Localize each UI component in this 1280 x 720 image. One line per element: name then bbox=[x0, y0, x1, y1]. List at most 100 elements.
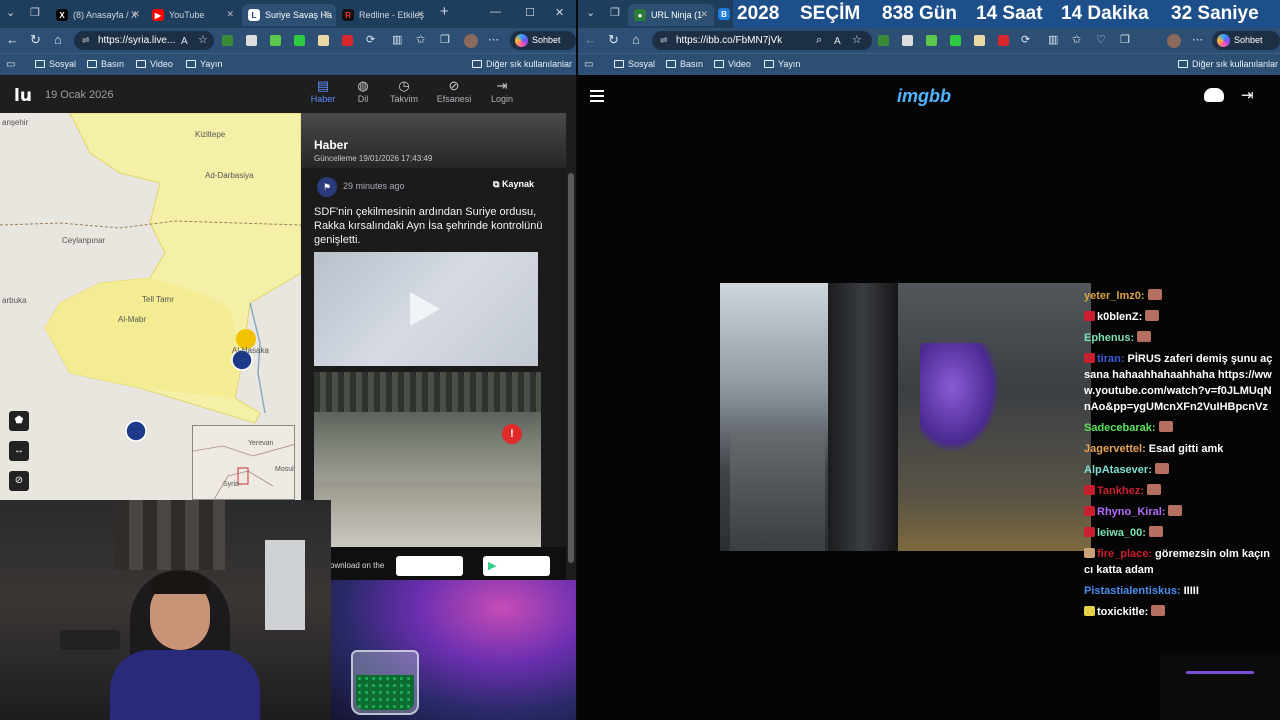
chat-username[interactable]: Ephenus: bbox=[1084, 332, 1134, 344]
chat-username[interactable]: Rhyno_Kiral: bbox=[1097, 506, 1165, 518]
scrollbar-thumb[interactable] bbox=[568, 173, 574, 563]
extension-icon[interactable] bbox=[318, 35, 329, 46]
favorite-icon[interactable]: ☆ bbox=[852, 33, 862, 47]
close-icon[interactable]: ✕ bbox=[322, 9, 330, 20]
chat-username[interactable]: Jagervettel: bbox=[1084, 443, 1146, 455]
chat-username[interactable]: toxickitle: bbox=[1097, 606, 1148, 618]
extension-icon[interactable] bbox=[222, 35, 233, 46]
more-icon[interactable]: ⋯ bbox=[488, 33, 499, 47]
refresh-icon[interactable]: ↻ bbox=[30, 33, 41, 47]
nav-login[interactable]: ⇥ Login bbox=[478, 78, 526, 104]
extension-icon[interactable] bbox=[342, 35, 353, 46]
other-bookmarks[interactable]: Diğer sık kullanılanlar bbox=[1178, 59, 1278, 69]
collections-icon[interactable]: ❒ bbox=[440, 33, 450, 47]
copilot-button[interactable]: Sohbet et bbox=[510, 31, 576, 64]
bookmark-basin[interactable]: Basın bbox=[87, 59, 124, 69]
bookmark-sosyal[interactable]: Sosyal bbox=[35, 59, 76, 69]
tab-x[interactable]: X (8) Anasayfa / X ✕ bbox=[50, 4, 146, 26]
login-icon[interactable]: ⇥ bbox=[1241, 86, 1254, 104]
read-aloud-icon[interactable]: A bbox=[834, 35, 841, 49]
bookmark-basin[interactable]: Basın bbox=[666, 59, 703, 69]
extension-icon[interactable] bbox=[950, 35, 961, 46]
menu-icon[interactable] bbox=[590, 90, 604, 102]
address-bar[interactable]: ⇌ https://syria.live... bbox=[74, 31, 214, 50]
site-info-icon[interactable]: ⇌ bbox=[82, 31, 90, 50]
source-link[interactable]: ⧉ Kaynak bbox=[493, 179, 534, 190]
tab-redline[interactable]: R Redline - Etkileş ✕ bbox=[336, 4, 430, 26]
tab-syria[interactable]: L Suriye Savaş Ha ✕ bbox=[242, 4, 336, 26]
chat-username[interactable]: leiwa_00: bbox=[1097, 527, 1146, 539]
avatar[interactable] bbox=[464, 34, 478, 48]
chat-username[interactable]: k0blenZ: bbox=[1097, 311, 1142, 323]
map-pentagon-button[interactable]: ⬟ bbox=[9, 411, 29, 431]
home-icon[interactable]: ⌂ bbox=[632, 33, 640, 47]
refresh-icon[interactable]: ↻ bbox=[608, 33, 619, 47]
collections-icon[interactable]: ❒ bbox=[1120, 33, 1130, 47]
close-icon[interactable]: ✕ bbox=[132, 9, 140, 20]
nav-efsanesi[interactable]: ⊘ Efsanesi bbox=[430, 78, 478, 104]
scrollbar[interactable] bbox=[566, 75, 576, 580]
bookmark-video[interactable]: Video bbox=[714, 59, 751, 69]
copilot-button[interactable]: Sohbet et bbox=[1212, 31, 1280, 64]
home-icon[interactable]: ⌂ bbox=[54, 33, 62, 47]
extension-icon[interactable] bbox=[974, 35, 985, 46]
bookmark-sosyal[interactable]: Sosyal bbox=[614, 59, 655, 69]
favorites-icon[interactable]: ✩ bbox=[1072, 33, 1081, 47]
nav-takvim[interactable]: ◷ Takvim bbox=[380, 78, 428, 104]
more-icon[interactable]: ⋯ bbox=[1192, 33, 1203, 47]
extension-icon[interactable] bbox=[902, 35, 913, 46]
back-icon[interactable]: ← bbox=[584, 33, 597, 47]
chat-username[interactable]: Sadecebarak: bbox=[1084, 422, 1156, 434]
bookmark-yayin[interactable]: Yayın bbox=[186, 59, 222, 69]
favorites-icon[interactable]: ✩ bbox=[416, 33, 425, 47]
extension-icon[interactable] bbox=[270, 35, 281, 46]
extension-icon[interactable] bbox=[878, 35, 889, 46]
liveuamap-logo[interactable]: lu bbox=[14, 86, 32, 106]
imgbb-tab-icon[interactable]: B bbox=[718, 8, 730, 20]
maximize-icon[interactable]: ☐ bbox=[525, 6, 535, 19]
split-screen-icon[interactable]: ▥ bbox=[1048, 33, 1058, 47]
video-player[interactable] bbox=[314, 252, 538, 366]
close-icon[interactable]: ✕ bbox=[416, 9, 424, 20]
extension-icon[interactable] bbox=[294, 35, 305, 46]
close-icon[interactable]: ✕ bbox=[226, 9, 234, 20]
tab-actions-icon[interactable]: ⌄ bbox=[586, 6, 595, 19]
news-time[interactable]: 29 minutes ago bbox=[343, 181, 405, 191]
chat-username[interactable]: tiran: bbox=[1097, 353, 1125, 365]
app-store-button[interactable] bbox=[396, 556, 463, 576]
close-icon[interactable]: ✕ bbox=[700, 9, 708, 20]
window-close-icon[interactable]: ✕ bbox=[555, 6, 564, 19]
tab-list-icon[interactable]: ▭ bbox=[6, 58, 15, 72]
map-expand-button[interactable]: ↔ bbox=[9, 441, 29, 461]
other-bookmarks[interactable]: Diğer sık kullanılanlar bbox=[472, 59, 572, 69]
site-info-icon[interactable]: ⇌ bbox=[660, 31, 668, 50]
uploaded-photo[interactable] bbox=[720, 283, 1091, 551]
bookmark-video[interactable]: Video bbox=[136, 59, 173, 69]
tab-youtube[interactable]: ▶ YouTube ✕ bbox=[146, 4, 240, 26]
sync-icon[interactable]: ⟳ bbox=[366, 33, 375, 47]
tab-actions-icon[interactable]: ⌄ bbox=[6, 6, 15, 19]
imgbb-logo[interactable]: imgbb bbox=[897, 86, 951, 107]
chat-username[interactable]: Tankhez: bbox=[1097, 485, 1144, 497]
chat-username[interactable]: fire_place: bbox=[1097, 548, 1152, 560]
favorite-icon[interactable]: ☆ bbox=[198, 33, 208, 47]
workspaces-icon[interactable]: ❐ bbox=[610, 6, 620, 19]
map-date[interactable]: 19 Ocak 2026 bbox=[45, 89, 114, 101]
google-play-button[interactable]: ▶ bbox=[483, 556, 550, 576]
chat-username[interactable]: Pistastialentiskus: bbox=[1084, 585, 1181, 597]
avatar[interactable] bbox=[1167, 34, 1181, 48]
heart-icon[interactable]: ♡ bbox=[1096, 33, 1106, 47]
extension-icon[interactable] bbox=[998, 35, 1009, 46]
minimap[interactable]: Syria Mosul Yerevan bbox=[192, 425, 295, 500]
play-icon[interactable] bbox=[410, 292, 440, 326]
upload-cloud-icon[interactable] bbox=[1204, 88, 1224, 102]
read-aloud-icon[interactable]: A bbox=[181, 35, 188, 49]
event-marker[interactable] bbox=[125, 420, 147, 442]
workspaces-icon[interactable]: ❐ bbox=[30, 6, 40, 19]
tab-url-ninja[interactable]: ● URL Ninja (1 ✕ bbox=[628, 4, 714, 26]
new-tab-icon[interactable]: + bbox=[440, 3, 449, 20]
bookmark-yayin[interactable]: Yayın bbox=[764, 59, 800, 69]
news-image[interactable]: ! bbox=[314, 372, 541, 547]
minimize-icon[interactable]: — bbox=[490, 6, 501, 18]
chat-username[interactable]: yeter_lmz0: bbox=[1084, 290, 1145, 302]
